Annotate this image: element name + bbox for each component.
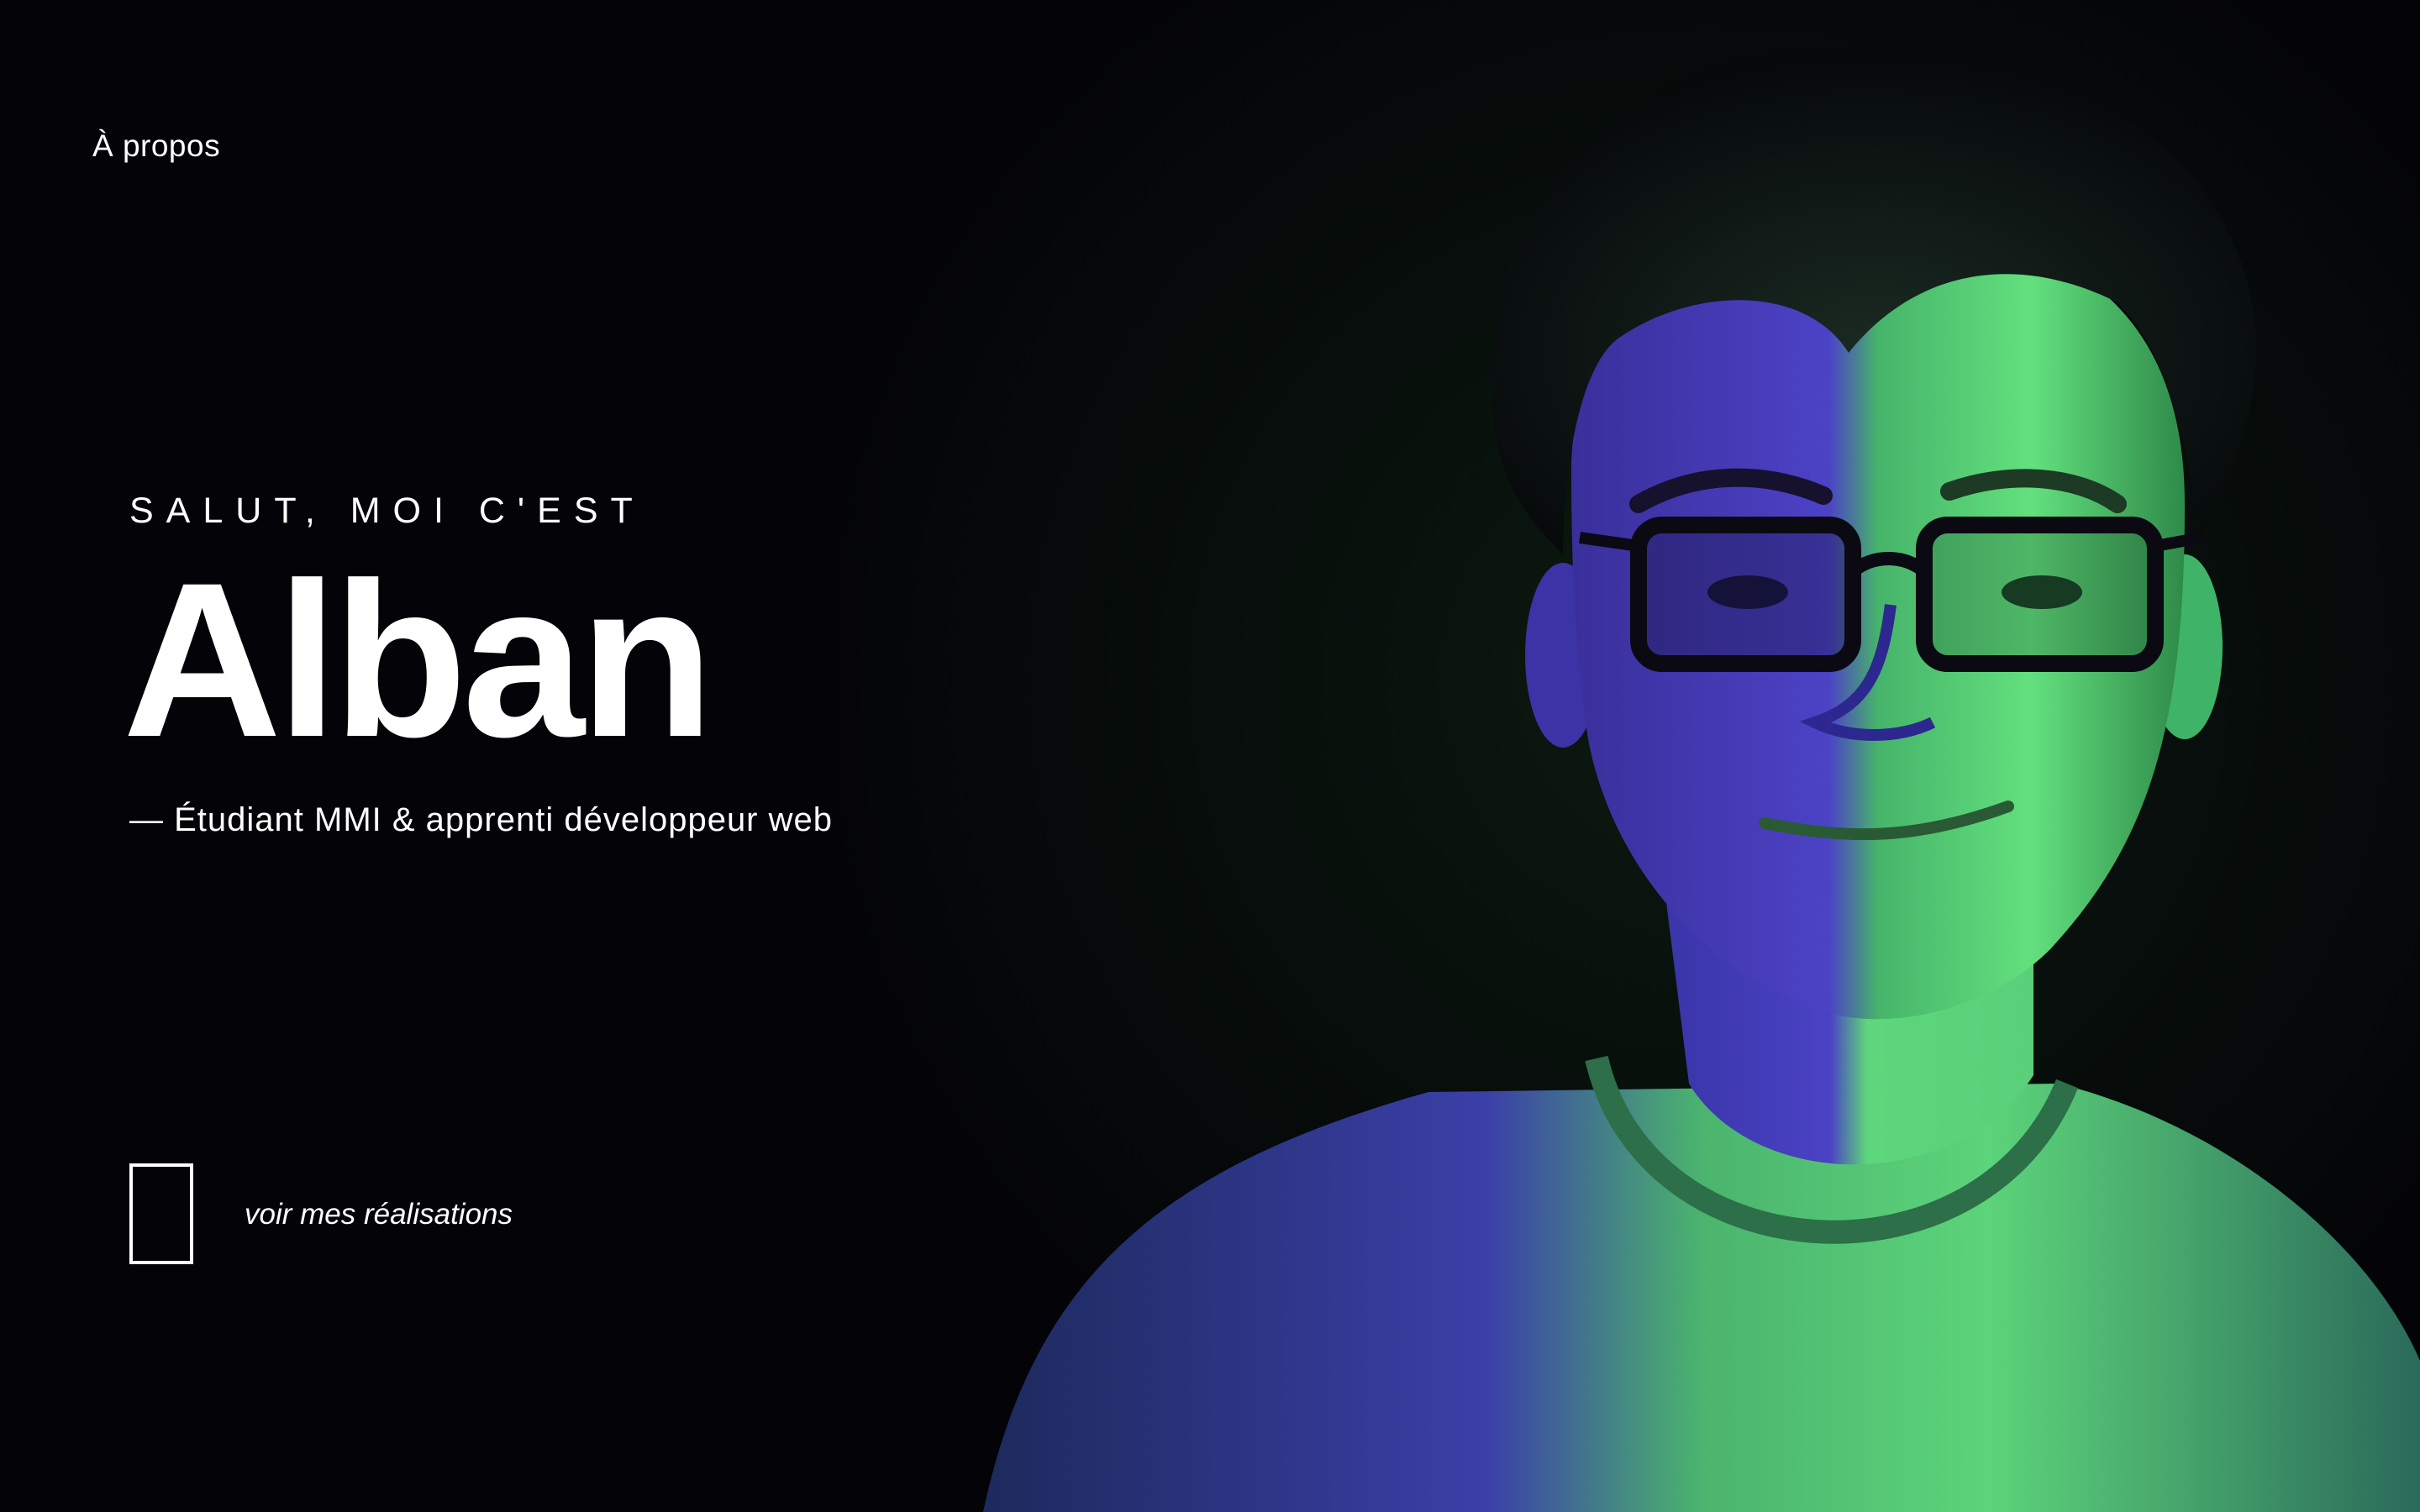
hero-section: À propos SALUT, MOI C'EST Alban — Étudia…	[0, 0, 2420, 1512]
scroll-indicator-button[interactable]	[129, 1163, 193, 1264]
hero-subtitle: — Étudiant MMI & apprenti développeur we…	[129, 801, 833, 838]
portrait-photo	[840, 0, 2420, 1512]
hero-name-heading: Alban	[123, 537, 714, 783]
hero-eyebrow: SALUT, MOI C'EST	[129, 491, 645, 531]
see-projects-link[interactable]: voir mes réalisations	[245, 1198, 513, 1231]
nav-about-link[interactable]: À propos	[92, 129, 220, 164]
